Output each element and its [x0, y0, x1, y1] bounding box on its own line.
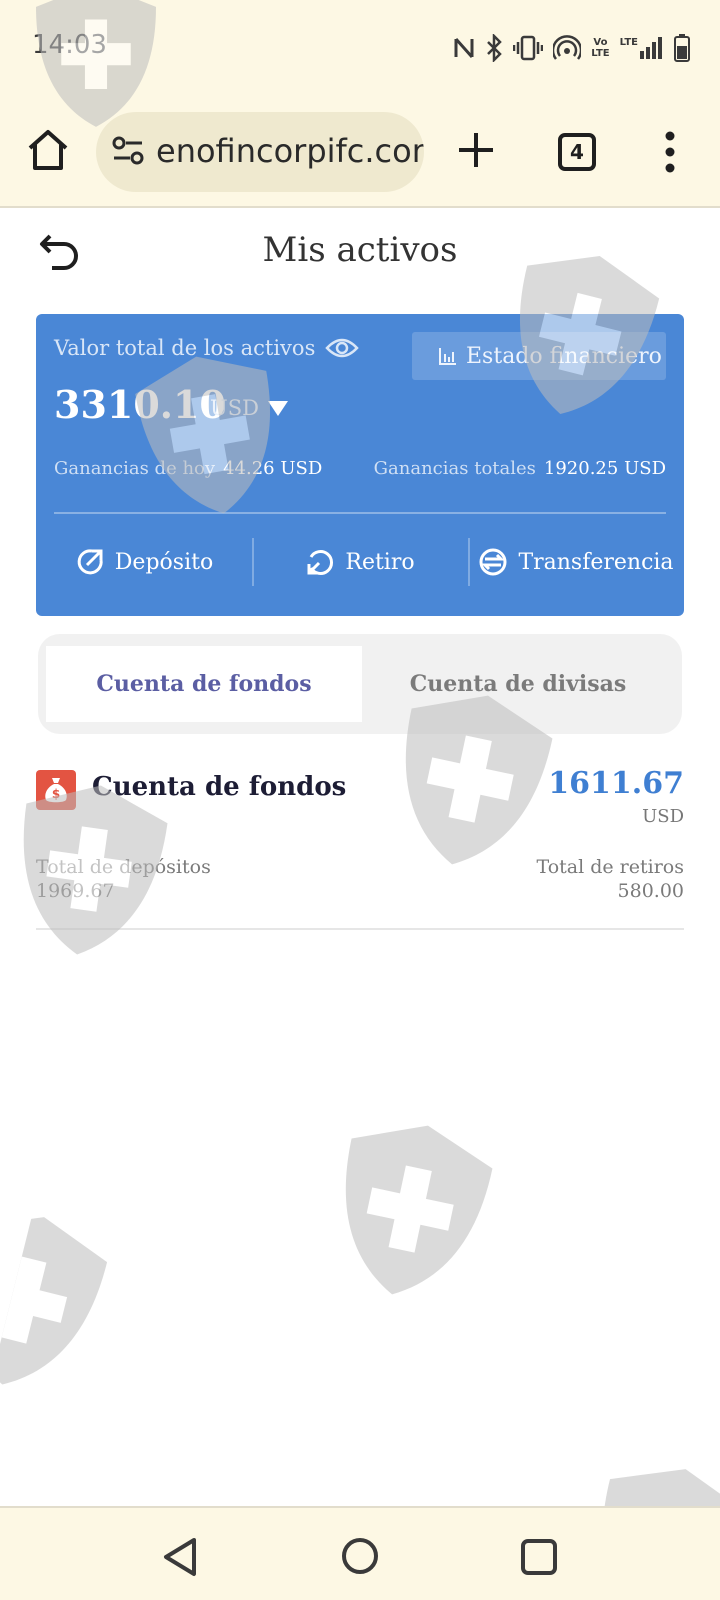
currency-select[interactable]: USD	[210, 396, 289, 420]
status-bar: 14:03 Vo LTE LTE	[0, 0, 720, 100]
browser-menu-icon[interactable]	[660, 130, 680, 174]
asset-actions: Depósito Retiro Transferencia	[36, 534, 684, 590]
page-title: Mis activos	[262, 230, 458, 270]
financial-statement-button[interactable]: Estado financiero	[412, 332, 666, 380]
system-navigation-bar	[0, 1506, 720, 1600]
fund-account-balance: 1611.67	[548, 766, 684, 801]
total-assets-label-row: Valor total de los activos	[54, 336, 360, 360]
withdraw-button[interactable]: Retiro	[252, 534, 468, 590]
watermark-shield-icon	[0, 1217, 108, 1385]
total-deposits-label: Total de depósitos	[36, 856, 211, 878]
volte-bottom-label: LTE	[591, 48, 610, 59]
tab-fund-account[interactable]: Cuenta de fondos	[46, 646, 362, 722]
site-settings-icon[interactable]	[112, 136, 144, 166]
eye-icon[interactable]	[325, 336, 360, 360]
transfer-button[interactable]: Transferencia	[468, 534, 684, 590]
withdraw-label: Retiro	[345, 549, 415, 575]
money-bag-icon: $	[36, 770, 76, 810]
total-withdrawals-value: 580.00	[617, 880, 684, 902]
bar-chart-icon	[439, 348, 456, 365]
account-tabs: Cuenta de fondos Cuenta de divisas	[38, 634, 682, 734]
deposit-button[interactable]: Depósito	[36, 534, 252, 590]
status-time: 14:03	[32, 30, 107, 60]
total-earnings-value: 1920.25 USD	[543, 458, 666, 479]
hotspot-icon	[553, 35, 582, 60]
deposit-icon	[77, 549, 103, 575]
asset-summary-card: Valor total de los activos Estado financ…	[36, 314, 684, 616]
lte-label: LTE	[619, 37, 638, 48]
back-triangle-icon[interactable]	[160, 1536, 200, 1578]
financial-statement-label: Estado financiero	[466, 343, 662, 369]
total-withdrawals-label: Total de retiros	[536, 856, 684, 878]
tab-currency-account[interactable]: Cuenta de divisas	[360, 646, 676, 722]
today-earnings-label: Ganancias de hoy	[54, 458, 216, 479]
card-divider	[54, 512, 666, 514]
total-earnings: Ganancias totales 1920.25 USD	[374, 458, 666, 479]
status-icons: Vo LTE LTE	[453, 30, 690, 66]
total-deposits-value: 1969.67	[36, 880, 115, 902]
home-circle-icon[interactable]	[340, 1536, 380, 1576]
vibrate-icon	[513, 35, 544, 61]
url-text[interactable]: enofincorpifc.com	[156, 132, 424, 170]
transfer-icon	[479, 548, 507, 576]
volte-icon: Vo LTE	[591, 37, 609, 59]
recents-square-icon[interactable]	[520, 1538, 558, 1576]
tab-switcher-button[interactable]: 4	[558, 133, 596, 171]
total-assets-value: 3310.10	[54, 382, 226, 427]
transfer-label: Transferencia	[518, 549, 674, 575]
today-earnings-value: 44.26 USD	[223, 458, 323, 479]
total-earnings-label: Ganancias totales	[373, 458, 536, 479]
currency-select-value: USD	[210, 396, 259, 420]
bluetooth-icon	[487, 34, 503, 62]
svg-text:$: $	[52, 787, 60, 801]
fund-account-item[interactable]: $ Cuenta de fondos 1611.67 USD Total de …	[36, 766, 684, 930]
today-earnings: Ganancias de hoy 44.26 USD	[54, 458, 322, 479]
browser-toolbar: enofincorpifc.com 4	[0, 100, 720, 208]
withdraw-icon	[307, 550, 334, 575]
deposit-label: Depósito	[114, 549, 214, 575]
fund-account-title: Cuenta de fondos	[92, 772, 347, 802]
fund-account-currency: USD	[642, 806, 684, 827]
browser-home-icon[interactable]	[26, 128, 70, 172]
battery-icon	[674, 34, 690, 62]
nfc-icon	[454, 38, 474, 58]
total-assets-label: Valor total de los activos	[54, 336, 316, 360]
caret-down-icon	[267, 401, 288, 416]
watermark-shield-icon	[345, 1125, 493, 1295]
new-tab-icon[interactable]	[456, 130, 496, 170]
earnings-row: Ganancias de hoy 44.26 USD Ganancias tota…	[54, 458, 666, 479]
address-bar[interactable]: enofincorpifc.com	[96, 112, 424, 192]
volte-top-label: Vo	[593, 37, 608, 48]
lte-signal-icon: LTE	[620, 37, 664, 59]
